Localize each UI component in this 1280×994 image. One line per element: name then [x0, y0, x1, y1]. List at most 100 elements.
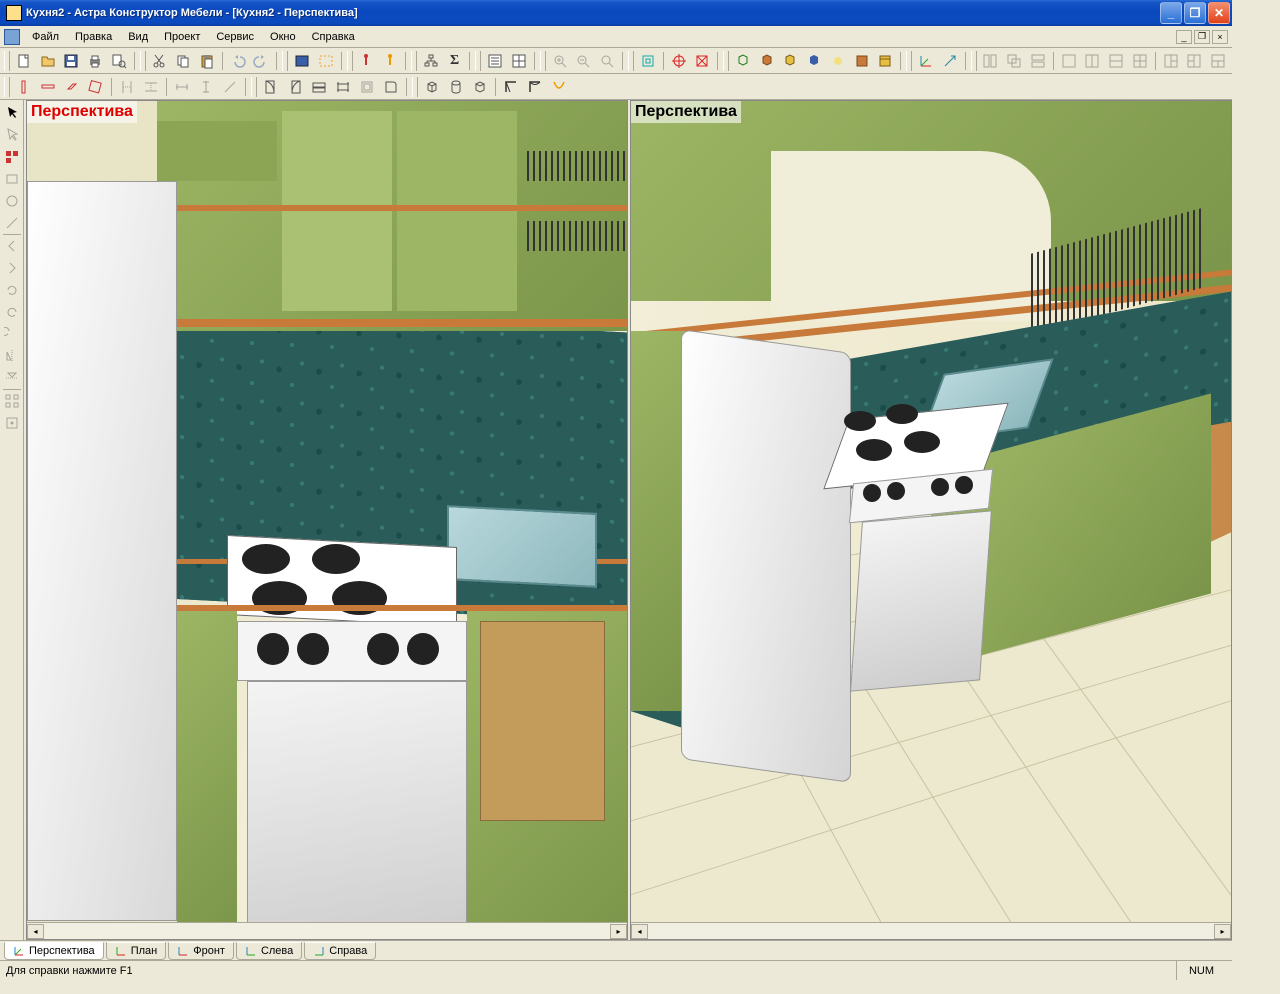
toolbar-grip[interactable] — [251, 77, 257, 97]
doc-list-icon[interactable] — [484, 50, 506, 72]
viewport-hscroll[interactable]: ◂ ▸ — [631, 922, 1231, 939]
toolbar-grip[interactable] — [282, 51, 288, 71]
array-icon[interactable] — [2, 391, 22, 411]
layout-1-icon[interactable] — [1058, 50, 1080, 72]
layout-3b-icon[interactable] — [1183, 50, 1205, 72]
primitive-cylinder-icon[interactable] — [445, 76, 467, 98]
scroll-right-icon[interactable]: ▸ — [1214, 924, 1231, 939]
screw-red-icon[interactable] — [356, 50, 378, 72]
doc-grid-icon[interactable] — [508, 50, 530, 72]
tab-left[interactable]: Слева — [236, 942, 302, 960]
print-preview-icon[interactable] — [108, 50, 130, 72]
render-light-icon[interactable] — [827, 50, 849, 72]
toolbar-grip[interactable] — [540, 51, 546, 71]
menu-window[interactable]: Окно — [262, 28, 304, 46]
toolbar-grip[interactable] — [971, 51, 977, 71]
arrow-blue-icon[interactable] — [939, 50, 961, 72]
hierarchy-icon[interactable] — [420, 50, 442, 72]
save-icon[interactable] — [60, 50, 82, 72]
render-wire-icon[interactable] — [732, 50, 754, 72]
mirror-h-icon[interactable] — [2, 346, 22, 366]
rotate-icon[interactable] — [2, 280, 22, 300]
redo-icon[interactable] — [250, 50, 272, 72]
toolbar-grip[interactable] — [4, 51, 10, 71]
minimize-button[interactable]: _ — [1160, 2, 1182, 24]
snap-icon[interactable] — [2, 413, 22, 433]
move-right-icon[interactable] — [2, 258, 22, 278]
toolbar-grip[interactable] — [140, 51, 146, 71]
menu-service[interactable]: Сервис — [208, 28, 262, 46]
surface-b-icon[interactable] — [524, 76, 546, 98]
circle-draw-icon[interactable] — [2, 191, 22, 211]
door-left-icon[interactable] — [260, 76, 282, 98]
maximize-button[interactable]: ❐ — [1184, 2, 1206, 24]
primitive-box-icon[interactable] — [421, 76, 443, 98]
viewport-left[interactable]: Перспектива — [26, 100, 628, 940]
open-file-icon[interactable] — [37, 50, 59, 72]
layout-4-icon[interactable] — [1129, 50, 1151, 72]
tab-right[interactable]: Справа — [304, 942, 376, 960]
screw-orange-icon[interactable] — [379, 50, 401, 72]
toolbar-grip[interactable] — [628, 51, 634, 71]
selection-lasso-icon[interactable] — [315, 50, 337, 72]
dim-width-icon[interactable] — [171, 76, 193, 98]
zoom-out-icon[interactable] — [573, 50, 595, 72]
panel-depth-icon[interactable] — [61, 76, 83, 98]
paste-icon[interactable] — [196, 50, 218, 72]
undo-icon[interactable] — [227, 50, 249, 72]
menu-view[interactable]: Вид — [120, 28, 156, 46]
scroll-left-icon[interactable]: ◂ — [27, 924, 44, 939]
tab-front[interactable]: Фронт — [168, 942, 234, 960]
layout-3c-icon[interactable] — [1207, 50, 1229, 72]
menu-help[interactable]: Справка — [304, 28, 363, 46]
scroll-left-icon[interactable]: ◂ — [631, 924, 648, 939]
mirror-v-icon[interactable] — [2, 368, 22, 388]
mdi-close-button[interactable]: × — [1212, 30, 1228, 44]
panel-curve-icon[interactable] — [380, 76, 402, 98]
split-v-icon[interactable] — [116, 76, 138, 98]
axes-icon[interactable] — [915, 50, 937, 72]
dim-height-icon[interactable] — [195, 76, 217, 98]
toolbar-grip[interactable] — [347, 51, 353, 71]
dim-diag-icon[interactable] — [219, 76, 241, 98]
selection-rect-icon[interactable] — [291, 50, 313, 72]
close-button[interactable]: ✕ — [1208, 2, 1230, 24]
tab-plan[interactable]: План — [106, 942, 167, 960]
toolbar-grip[interactable] — [411, 51, 417, 71]
surface-c-icon[interactable] — [548, 76, 570, 98]
toolbar-grip[interactable] — [412, 77, 418, 97]
opening-icon[interactable] — [356, 76, 378, 98]
zoom-in-icon[interactable] — [549, 50, 571, 72]
render-shaded-icon[interactable] — [803, 50, 825, 72]
primitive-extrude-icon[interactable] — [469, 76, 491, 98]
menu-project[interactable]: Проект — [156, 28, 208, 46]
shelf-icon[interactable] — [332, 76, 354, 98]
drawer-icon[interactable] — [308, 76, 330, 98]
toolbar-grip[interactable] — [723, 51, 729, 71]
no-target-icon[interactable] — [691, 50, 713, 72]
zoom-window-icon[interactable] — [596, 50, 618, 72]
rotate-ccw-icon[interactable] — [2, 302, 22, 322]
group-icon[interactable] — [2, 147, 22, 167]
surface-a-icon[interactable] — [500, 76, 522, 98]
print-icon[interactable] — [84, 50, 106, 72]
menu-file[interactable]: Файл — [24, 28, 67, 46]
view-fit-icon[interactable] — [637, 50, 659, 72]
window-hsplit-icon[interactable] — [1027, 50, 1049, 72]
render-texture-icon[interactable] — [780, 50, 802, 72]
rect-draw-icon[interactable] — [2, 169, 22, 189]
new-file-icon[interactable] — [13, 50, 35, 72]
toolbar-grip[interactable] — [906, 51, 912, 71]
cut-icon[interactable] — [149, 50, 171, 72]
viewport-hscroll[interactable]: ◂ ▸ — [27, 922, 627, 939]
panel-free-icon[interactable] — [85, 76, 107, 98]
render-layer-icon[interactable] — [874, 50, 896, 72]
viewport-right[interactable]: Перспектива — [630, 100, 1232, 940]
window-cascade-icon[interactable] — [1003, 50, 1025, 72]
panel-v-icon[interactable] — [13, 76, 35, 98]
door-right-icon[interactable] — [284, 76, 306, 98]
cursor-icon[interactable] — [2, 103, 22, 123]
move-left-icon[interactable] — [2, 236, 22, 256]
window-tile-icon[interactable] — [980, 50, 1002, 72]
menu-edit[interactable]: Правка — [67, 28, 120, 46]
